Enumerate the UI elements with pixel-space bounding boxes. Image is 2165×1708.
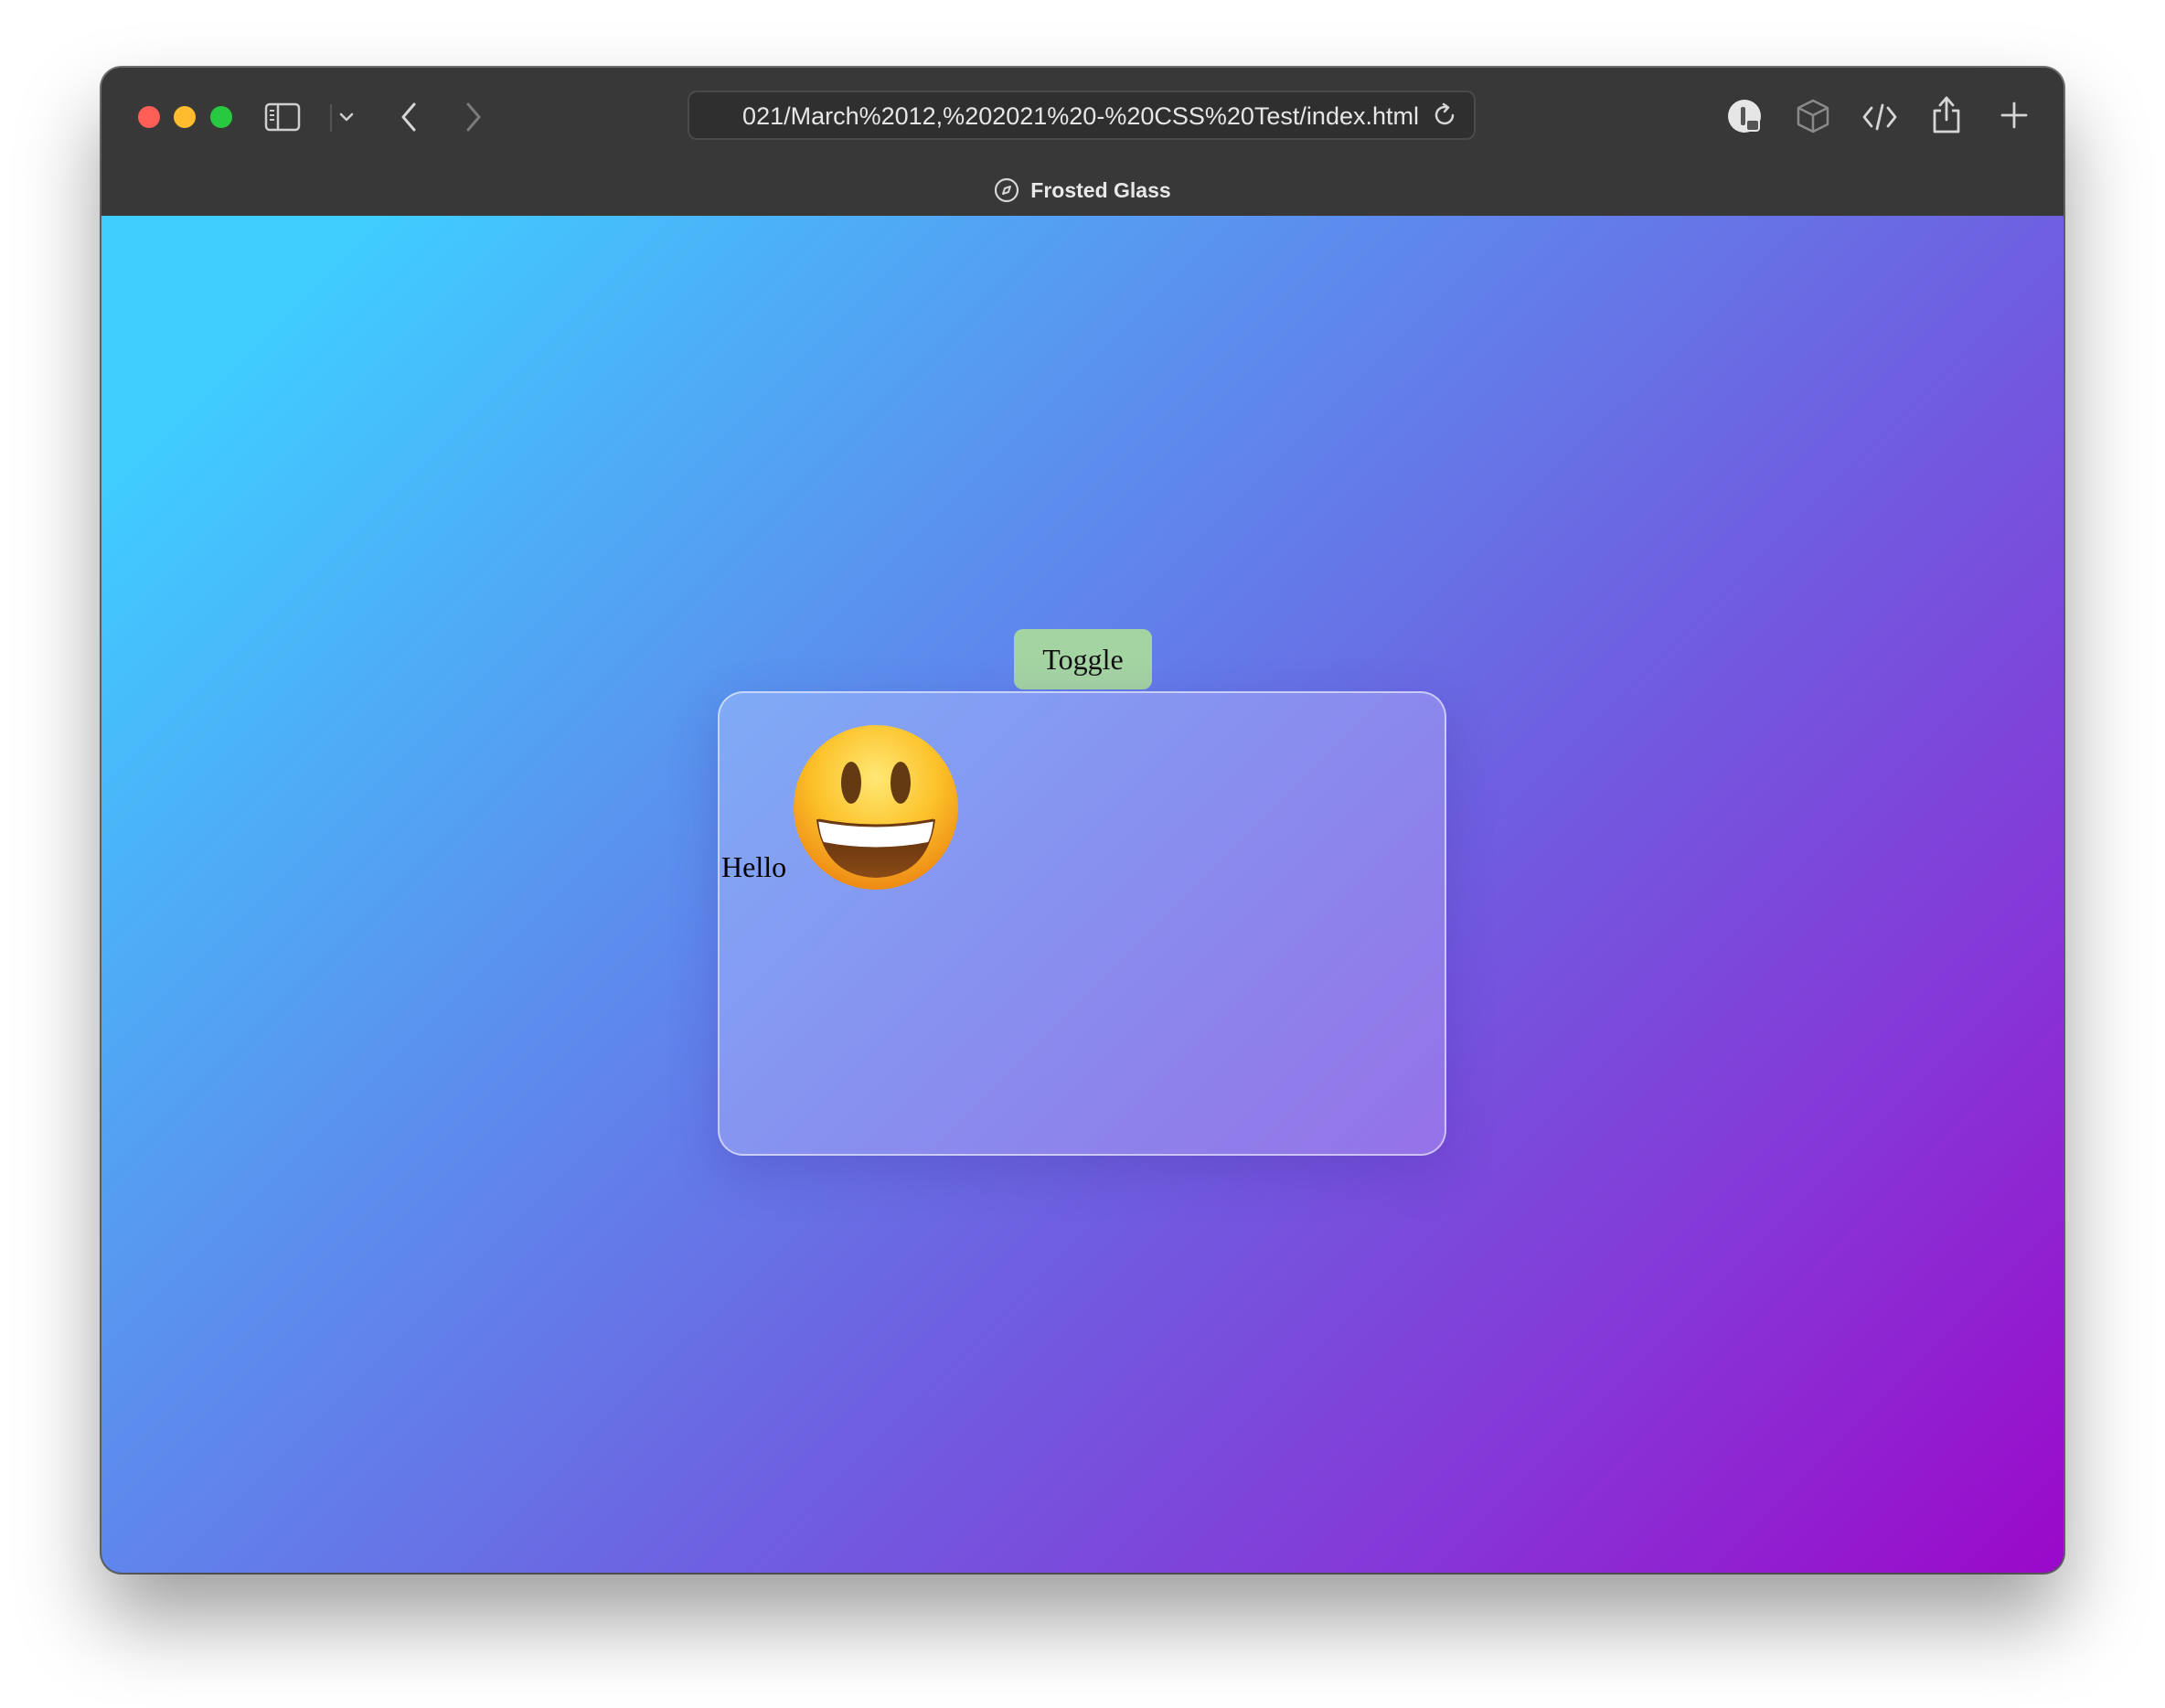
minimize-window-button[interactable] — [174, 106, 196, 128]
toolbar-divider — [330, 104, 332, 132]
close-window-button[interactable] — [138, 106, 160, 128]
url-text: 021/March%2012,%202021%20-%20CSS%20Test/… — [742, 102, 1419, 130]
sidebar-icon[interactable] — [264, 101, 301, 133]
extension-icon[interactable] — [1725, 97, 1764, 135]
tab-title-bar[interactable]: Frosted Glass — [101, 176, 2064, 205]
plus-icon[interactable] — [1998, 99, 2031, 132]
browser-toolbar: 021/March%2012,%202021%20-%20CSS%20Test/… — [101, 68, 2064, 218]
frosted-glass-card: Hello — [718, 691, 1446, 1156]
page-viewport: Toggle Hello — [101, 216, 2064, 1573]
chevron-down-icon[interactable] — [337, 108, 356, 126]
share-icon[interactable] — [1928, 93, 1965, 135]
back-arrow-icon[interactable] — [392, 101, 425, 133]
code-icon[interactable] — [1861, 99, 1899, 135]
tab-title: Frosted Glass — [1030, 177, 1171, 202]
toggle-button[interactable]: Toggle — [1014, 629, 1152, 689]
hello-text: Hello — [721, 850, 787, 883]
forward-arrow-icon[interactable] — [457, 101, 490, 133]
reload-icon[interactable] — [1432, 101, 1459, 129]
zoom-window-button[interactable] — [210, 106, 232, 128]
address-bar[interactable]: 021/March%2012,%202021%20-%20CSS%20Test/… — [688, 91, 1476, 140]
smiley-face-icon — [791, 722, 961, 892]
browser-window: 021/March%2012,%202021%20-%20CSS%20Test/… — [101, 68, 2064, 1573]
compass-icon — [994, 177, 1019, 203]
box-icon[interactable] — [1794, 97, 1832, 135]
